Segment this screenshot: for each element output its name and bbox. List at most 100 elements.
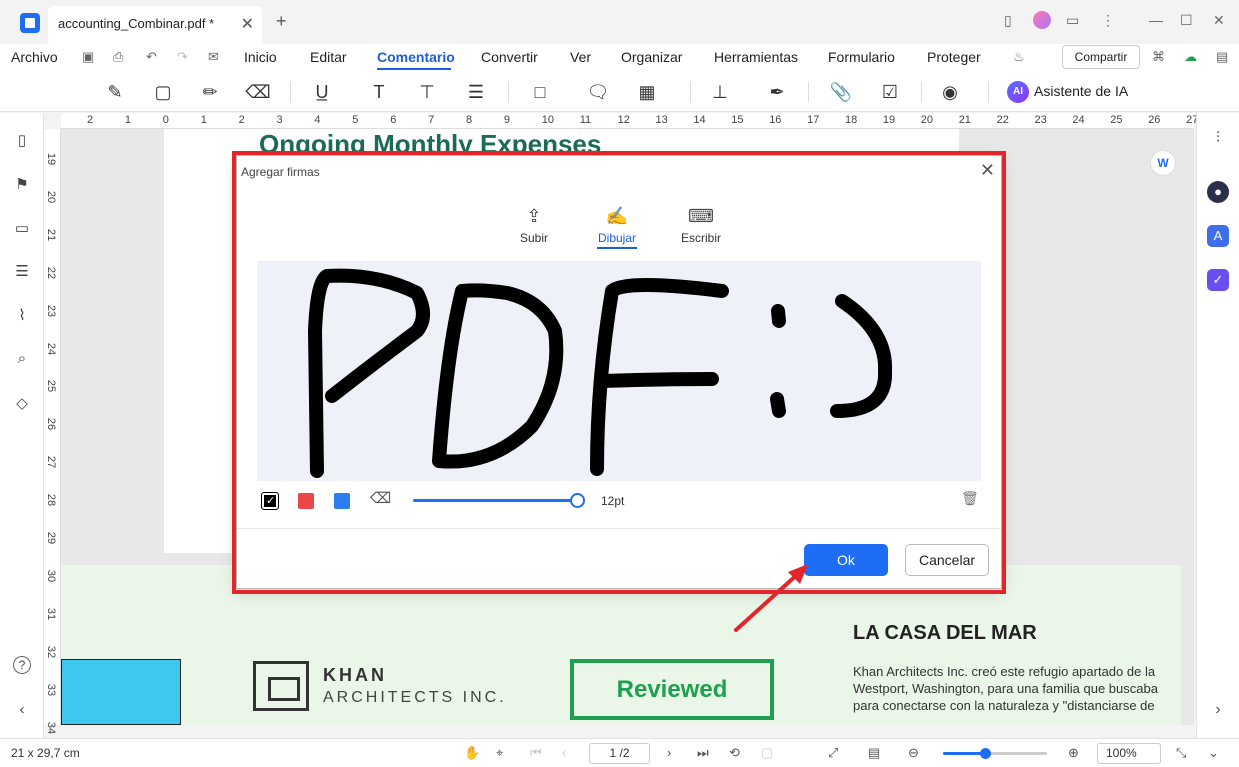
highlight-icon[interactable]: ✎ (102, 79, 128, 105)
scroll-down-icon[interactable]: ⌄ (1208, 745, 1219, 761)
signature-pen-icon[interactable]: ✒ (764, 79, 790, 105)
menu-editar[interactable]: Editar (310, 49, 347, 65)
org-chart-icon[interactable]: ⌘ (1152, 49, 1165, 65)
tablet-icon[interactable]: ▯ (1004, 12, 1012, 29)
text-icon[interactable]: T (366, 79, 392, 105)
collapse-left-icon[interactable]: ‹ (13, 701, 31, 719)
menu-archivo[interactable]: Archivo (11, 49, 58, 65)
cloud-sync-icon[interactable]: ☁ (1184, 49, 1197, 65)
menu-comentario[interactable]: Comentario (377, 49, 455, 65)
menu-herramientas[interactable]: Herramientas (714, 49, 798, 65)
sticky-note-icon[interactable]: ▢ (150, 79, 176, 105)
page-number-input[interactable]: 1 /2 (589, 743, 650, 764)
save-icon[interactable]: ▣ (82, 49, 94, 65)
menu-proteger[interactable]: Proteger (927, 49, 981, 65)
page-thumbnail-icon[interactable]: ▯ (13, 131, 31, 149)
close-window-icon[interactable]: ✕ (1213, 12, 1225, 29)
view-mode-icon[interactable]: ⤢ (828, 745, 838, 761)
next-page-icon[interactable]: › (667, 745, 671, 760)
zoom-slider-knob[interactable] (979, 748, 991, 759)
collapse-right-icon[interactable]: › (1207, 699, 1229, 721)
prev-page-icon[interactable]: ‹ (562, 745, 566, 760)
translate-icon[interactable]: A (1207, 225, 1229, 247)
underline-icon[interactable]: U̲ (309, 79, 335, 105)
help-icon[interactable]: ? (13, 656, 31, 674)
new-tab-icon[interactable]: + (276, 11, 287, 32)
attachments-panel-icon[interactable]: ⌇ (13, 306, 31, 324)
layers-icon[interactable]: ◇ (13, 394, 31, 412)
maximize-icon[interactable]: ☐ (1180, 12, 1193, 29)
color-red-swatch[interactable] (298, 493, 314, 509)
tab-subir[interactable]: ⇪ Subir (504, 206, 564, 245)
redo-icon[interactable]: ↷ (177, 49, 188, 65)
more-icon[interactable]: ⋮ (1101, 12, 1115, 29)
menu-formulario[interactable]: Formulario (828, 49, 895, 65)
avatar[interactable] (1033, 11, 1051, 29)
cancel-button[interactable]: Cancelar (905, 544, 989, 576)
textbox-icon[interactable]: ⊤ (414, 79, 440, 105)
eraser-icon[interactable]: ⌫ (370, 489, 391, 507)
comments-panel-icon[interactable]: ▭ (13, 219, 31, 237)
first-page-icon[interactable]: ⏮ (530, 745, 542, 761)
reviewed-stamp[interactable]: Reviewed (570, 659, 774, 720)
shape-icon[interactable]: □ (527, 79, 553, 105)
menu-ver[interactable]: Ver (570, 49, 591, 65)
page-layout-icon[interactable]: ▤ (868, 745, 880, 761)
signature-draw-area[interactable] (257, 261, 981, 481)
print-icon[interactable]: ⎙ (113, 49, 123, 65)
zoom-select[interactable]: 100% (1097, 743, 1161, 764)
menu-convertir[interactable]: Convertir (481, 49, 538, 65)
measure-icon[interactable]: ▦ (634, 79, 660, 105)
word-convert-icon[interactable]: W (1150, 150, 1176, 176)
zoom-slider[interactable] (943, 748, 1047, 759)
rotate-page-icon[interactable]: ⟲ (729, 745, 740, 761)
minimize-icon[interactable]: — (1149, 12, 1163, 28)
fullscreen-icon[interactable]: ⤡ (1176, 745, 1186, 761)
document-tab[interactable]: accounting_Combinar.pdf * ✕ (48, 6, 262, 44)
eye-icon[interactable]: ◉ (937, 79, 963, 105)
pencil-icon[interactable]: ✏ (197, 79, 223, 105)
zoom-in-icon[interactable]: ⊕ (1068, 745, 1079, 761)
pen-size-slider-knob[interactable] (570, 493, 585, 508)
fit-page-icon[interactable]: ▢ (761, 745, 773, 761)
stamp-icon[interactable]: ⊥ (707, 79, 733, 105)
message-icon[interactable]: ▭ (1066, 12, 1079, 29)
pen-size-slider[interactable] (413, 499, 575, 502)
trash-icon[interactable]: 🗑 (961, 490, 979, 507)
menu-inicio[interactable]: Inicio (244, 49, 277, 65)
hand-tool-icon[interactable]: ✋ (464, 745, 480, 761)
form-edit-icon[interactable]: ☑ (877, 79, 903, 105)
color-blue-swatch[interactable] (334, 493, 350, 509)
color-black-swatch[interactable] (261, 492, 279, 510)
share-button[interactable]: Compartir (1062, 45, 1140, 69)
ruler-tick-label: 22 (996, 114, 1009, 126)
ai-chatbot-icon[interactable]: ● (1207, 181, 1229, 203)
bookmark-icon[interactable]: ⚑ (13, 175, 31, 193)
dialog-close-icon[interactable]: ✕ (980, 160, 995, 181)
ruler-tick-label: 13 (655, 114, 668, 126)
task-check-icon[interactable]: ✓ (1207, 269, 1229, 291)
zoom-out-icon[interactable]: ⊖ (908, 745, 919, 761)
callout-icon[interactable]: ☰ (463, 79, 489, 105)
ruler-tick-label: 2 (87, 114, 94, 126)
search-icon[interactable]: ⌕ (13, 350, 31, 368)
panel-icon[interactable]: ▤ (1216, 49, 1228, 65)
comment-icon[interactable]: 🗨 (585, 79, 611, 105)
eraser-icon[interactable]: ⌫ (245, 79, 271, 105)
lightbulb-icon[interactable]: ♨ (1013, 49, 1025, 65)
close-tab-icon[interactable]: ✕ (241, 14, 254, 34)
layers-list-icon[interactable]: ☰ (13, 262, 31, 280)
properties-icon[interactable]: ⫶ (1207, 127, 1229, 149)
email-icon[interactable]: ✉ (208, 49, 219, 65)
ok-button[interactable]: Ok (804, 544, 888, 576)
tab-escribir[interactable]: ⌨ Escribir (671, 206, 731, 245)
ai-assistant-icon[interactable]: AI (1007, 81, 1029, 103)
select-tool-icon[interactable]: ⌖ (496, 745, 503, 761)
last-page-icon[interactable]: ⏭ (697, 745, 709, 761)
attachment-icon[interactable]: 📎 (828, 79, 854, 105)
menu-organizar[interactable]: Organizar (621, 49, 682, 65)
ai-assistant-button[interactable]: Asistente de IA (1034, 83, 1128, 99)
dialog-divider (237, 528, 1001, 529)
undo-icon[interactable]: ↶ (146, 49, 157, 65)
tab-dibujar[interactable]: ✍ Dibujar (587, 206, 647, 245)
